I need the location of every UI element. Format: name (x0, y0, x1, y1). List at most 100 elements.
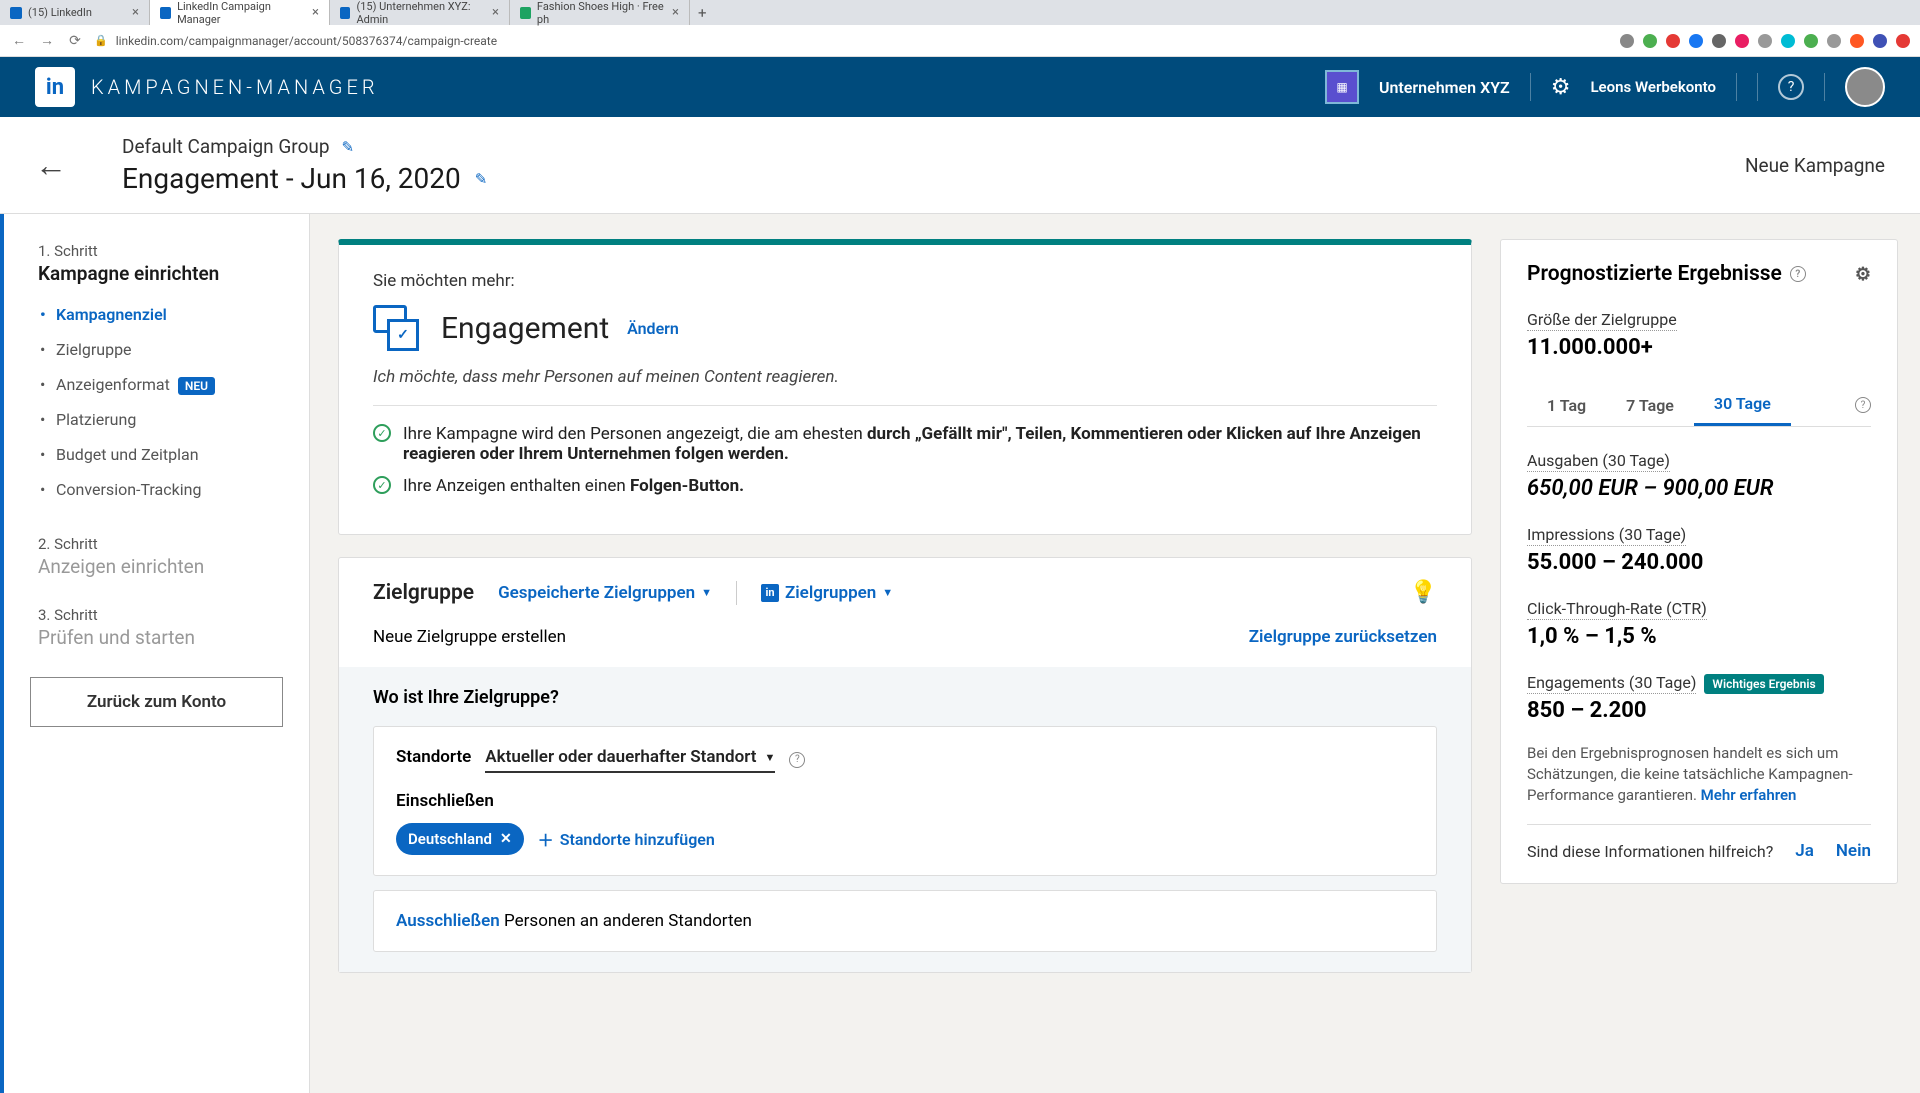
spend-value: 650,00 EUR – 900,00 EUR (1527, 476, 1871, 501)
ctr-label: Click-Through-Rate (CTR) (1527, 599, 1707, 620)
change-objective-link[interactable]: Ändern (627, 319, 679, 338)
campaign-name: Engagement - Jun 16, 2020✎ (122, 162, 487, 195)
help-icon[interactable]: ? (1855, 397, 1871, 413)
add-location-link[interactable]: ＋Standorte hinzufügen (538, 827, 715, 851)
want-more-label: Sie möchten mehr: (373, 271, 1437, 291)
tab-7-days[interactable]: 7 Tage (1606, 386, 1694, 425)
objective-name: Engagement (441, 311, 609, 346)
key-result-badge: Wichtiges Ergebnis (1704, 674, 1823, 694)
engagement-icon (373, 303, 423, 353)
back-arrow-icon[interactable]: ← (35, 146, 67, 184)
browser-tab[interactable]: (15) Unternehmen XYZ: Admin× (330, 0, 510, 25)
browser-tab[interactable]: Fashion Shoes High · Free ph× (510, 0, 690, 25)
account-name[interactable]: Leons Werbekonto (1590, 78, 1716, 96)
reset-audience-link[interactable]: Zielgruppe zurücksetzen (1249, 627, 1437, 647)
avatar[interactable] (1845, 67, 1885, 107)
objective-bullet: ✓ Ihre Anzeigen enthalten einen Folgen-B… (373, 476, 1437, 496)
impressions-value: 55.000 – 240.000 (1527, 550, 1871, 575)
plus-icon: ＋ (538, 827, 554, 851)
url-input[interactable]: 🔒linkedin.com/campaignmanager/account/50… (94, 34, 1610, 48)
sidebar-item-audience[interactable]: Zielgruppe (38, 332, 275, 367)
browser-tab[interactable]: (15) LinkedIn× (0, 0, 150, 25)
engagements-label: Engagements (30 Tage) (1527, 673, 1696, 694)
check-icon: ✓ (373, 476, 391, 494)
close-icon[interactable]: × (132, 5, 139, 20)
forecast-panel: Prognostizierte Ergebnisse ? ⚙ Größe der… (1500, 214, 1920, 1093)
close-icon[interactable]: × (672, 5, 679, 20)
audience-size-value: 11.000.000+ (1527, 335, 1871, 360)
chevron-down-icon: ▼ (701, 586, 712, 599)
gear-icon[interactable]: ⚙ (1855, 264, 1871, 285)
edit-icon[interactable]: ✎ (475, 170, 488, 188)
location-chip[interactable]: Deutschland✕ (396, 823, 524, 855)
address-bar: ← → ⟳ 🔒linkedin.com/campaignmanager/acco… (0, 25, 1920, 57)
objective-card: Sie möchten mehr: Engagement Ändern Ich … (338, 239, 1472, 535)
sidebar: 1. Schritt Kampagne einrichten Kampagnen… (0, 214, 310, 1093)
feedback-yes-button[interactable]: Ja (1795, 841, 1814, 861)
company-icon[interactable]: ▦ (1325, 70, 1359, 104)
gear-icon[interactable]: ⚙ (1551, 75, 1571, 100)
step-title: Kampagne einrichten (38, 262, 275, 285)
sidebar-item-budget[interactable]: Budget und Zeitplan (38, 437, 275, 472)
step-number: 2. Schritt (38, 535, 275, 553)
forecast-disclaimer: Bei den Ergebnisprognosen handelt es sic… (1527, 743, 1871, 806)
step-title[interactable]: Prüfen und starten (38, 626, 275, 649)
exclude-box: Ausschließen Personen an anderen Standor… (373, 890, 1437, 952)
help-icon[interactable]: ? (1778, 74, 1804, 100)
sidebar-item-format[interactable]: AnzeigenformatNEU (38, 367, 275, 402)
campaign-group-name: Default Campaign Group✎ (122, 135, 487, 158)
step-number: 1. Schritt (38, 242, 275, 260)
feedback-no-button[interactable]: Nein (1836, 841, 1871, 861)
remove-chip-icon[interactable]: ✕ (500, 831, 512, 847)
help-icon[interactable]: ? (1790, 266, 1806, 282)
sidebar-item-placement[interactable]: Platzierung (38, 402, 275, 437)
new-badge: NEU (178, 377, 215, 395)
back-to-account-button[interactable]: Zurück zum Konto (30, 677, 283, 727)
locations-label: Standorte (396, 747, 471, 767)
linkedin-logo[interactable]: in (35, 67, 75, 107)
tab-30-days[interactable]: 30 Tage (1694, 384, 1791, 426)
check-icon: ✓ (373, 424, 391, 442)
saved-audiences-dropdown[interactable]: Gespeicherte Zielgruppen▼ (498, 583, 712, 603)
extension-icons (1620, 34, 1910, 48)
step-number: 3. Schritt (38, 606, 275, 624)
engagements-value: 850 – 2.200 (1527, 698, 1871, 723)
main-content: Sie möchten mehr: Engagement Ändern Ich … (310, 214, 1500, 1093)
exclude-link[interactable]: Ausschließen (396, 911, 500, 931)
forward-icon[interactable]: → (38, 32, 56, 49)
help-icon[interactable]: ? (789, 752, 805, 768)
new-audience-label: Neue Zielgruppe erstellen (373, 627, 566, 647)
sidebar-item-objective[interactable]: Kampagnenziel (38, 297, 275, 332)
objective-bullet: ✓ Ihre Kampagne wird den Personen angeze… (373, 424, 1437, 464)
close-icon[interactable]: × (492, 5, 499, 20)
new-tab-button[interactable]: + (690, 4, 715, 22)
chevron-down-icon: ▼ (882, 586, 893, 599)
lightbulb-icon[interactable]: 💡 (1410, 580, 1437, 605)
learn-more-link[interactable]: Mehr erfahren (1701, 786, 1797, 804)
chevron-down-icon: ▼ (764, 751, 775, 764)
audience-card: Zielgruppe Gespeicherte Zielgruppen▼ inZ… (338, 557, 1472, 973)
app-title: KAMPAGNEN-MANAGER (91, 75, 379, 99)
lock-icon: 🔒 (94, 34, 108, 47)
spend-label: Ausgaben (30 Tage) (1527, 451, 1670, 472)
close-icon[interactable]: × (312, 5, 319, 20)
linkedin-audiences-dropdown[interactable]: inZielgruppen▼ (761, 583, 893, 603)
company-name[interactable]: Unternehmen XYZ (1379, 78, 1510, 97)
new-campaign-label: Neue Kampagne (1745, 154, 1885, 177)
back-icon[interactable]: ← (10, 32, 28, 49)
app-header: in KAMPAGNEN-MANAGER ▦ Unternehmen XYZ ⚙… (0, 57, 1920, 117)
objective-description: Ich möchte, dass mehr Personen auf meine… (373, 367, 1437, 406)
tab-1-day[interactable]: 1 Tag (1527, 386, 1606, 425)
feedback-question: Sind diese Informationen hilfreich? (1527, 842, 1773, 861)
step-title[interactable]: Anzeigen einrichten (38, 555, 275, 578)
linkedin-icon: in (761, 584, 779, 602)
browser-tab[interactable]: LinkedIn Campaign Manager× (150, 0, 330, 25)
include-label: Einschließen (396, 791, 1414, 811)
edit-icon[interactable]: ✎ (342, 138, 355, 156)
forecast-title: Prognostizierte Ergebnisse ? ⚙ (1527, 262, 1871, 286)
location-type-dropdown[interactable]: Aktueller oder dauerhafter Standort▼ (485, 747, 775, 773)
reload-icon[interactable]: ⟳ (66, 33, 84, 49)
browser-tabs-bar: (15) LinkedIn× LinkedIn Campaign Manager… (0, 0, 1920, 25)
sidebar-item-conversion[interactable]: Conversion-Tracking (38, 472, 275, 507)
audience-title: Zielgruppe (373, 581, 474, 605)
